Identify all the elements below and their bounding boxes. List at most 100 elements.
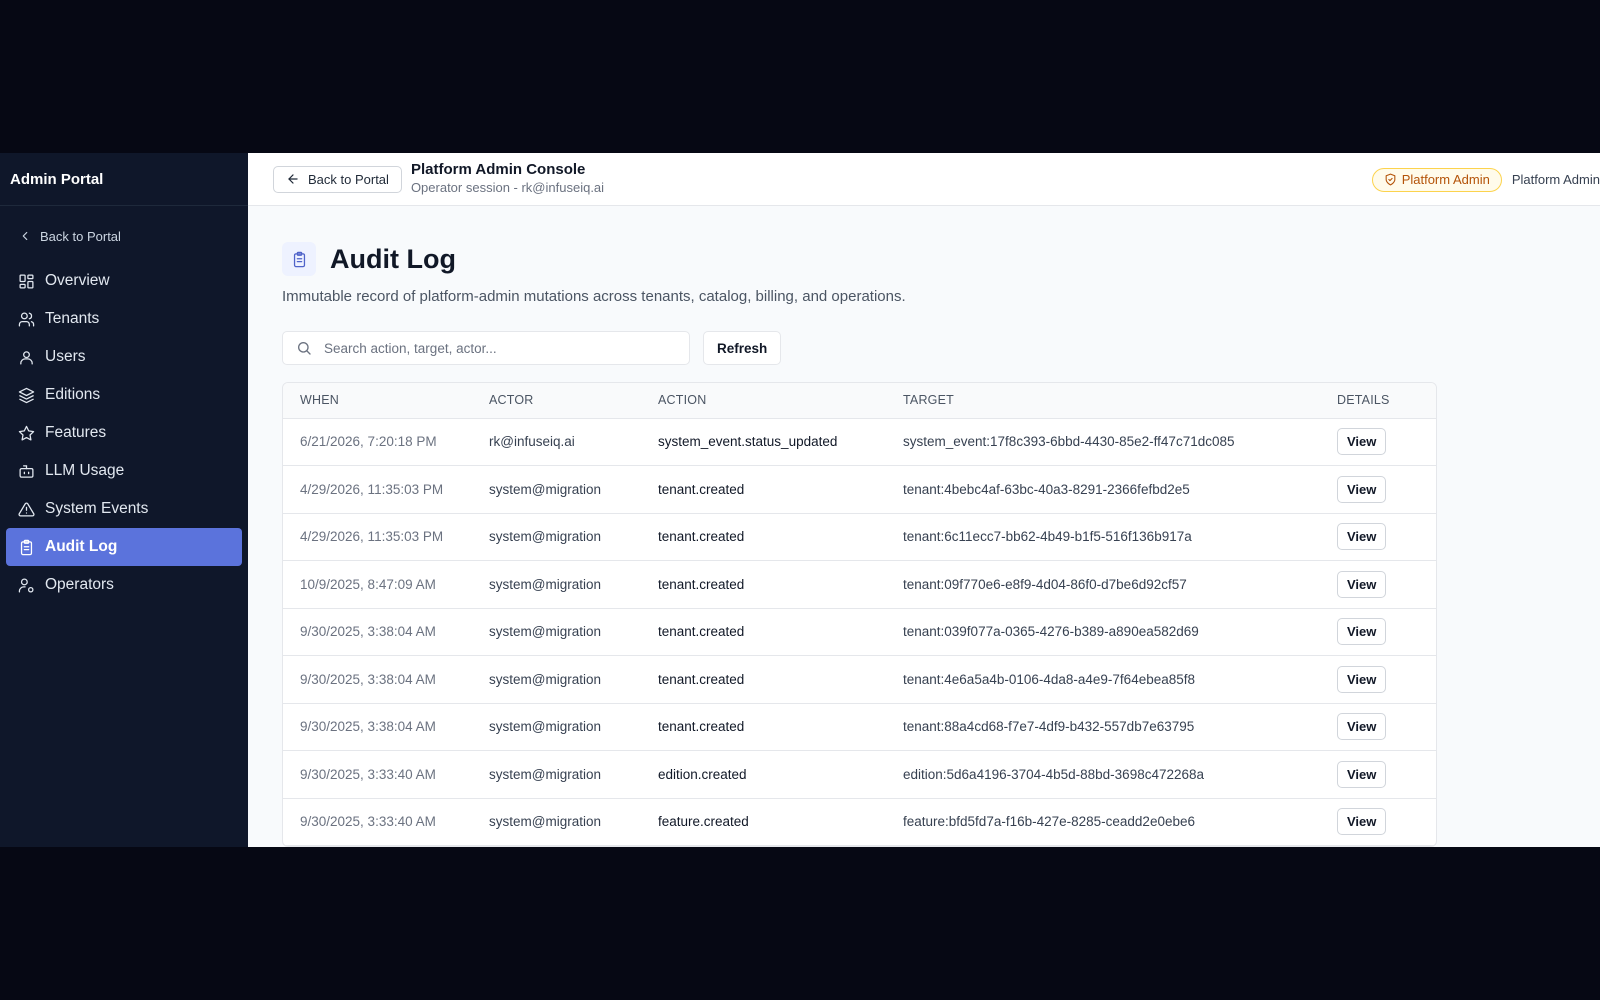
view-button[interactable]: View [1337, 665, 1387, 693]
cell-target: tenant:4e6a5a4b-0106-4da8-a4e9-7f64ebea8… [903, 655, 1337, 704]
page-icon [282, 242, 316, 276]
sidebar-item-system-events[interactable]: System Events [6, 490, 242, 528]
clipboard-icon [293, 251, 305, 267]
alert-triangle-icon [18, 501, 35, 517]
cell-when: 9/30/2025, 3:38:04 AM [283, 608, 489, 656]
sidebar-item-label: LLM Usage [45, 462, 125, 479]
table-row: 9/30/2025, 3:38:04 AM system@migration t… [283, 608, 1436, 656]
table-row: 4/29/2026, 11:35:03 PM system@migration … [283, 513, 1436, 561]
sidebar-item-label: Operators [45, 576, 114, 593]
view-button[interactable]: View [1337, 760, 1387, 788]
table-row: 9/30/2025, 3:33:40 AM system@migration e… [283, 750, 1436, 799]
sidebar-item-features[interactable]: Features [6, 414, 242, 452]
cell-actor: system@migration [489, 465, 658, 514]
table-row: 9/30/2025, 3:38:04 AM system@migration t… [283, 703, 1436, 751]
search-icon [298, 342, 311, 355]
sidebar-item-llm-usage[interactable]: LLM Usage [6, 452, 242, 490]
view-button[interactable]: View [1337, 428, 1387, 456]
sidebar-back-link[interactable]: Back to Portal [18, 226, 248, 246]
user-cog-icon [18, 577, 34, 593]
toolbar: Refresh [282, 331, 1600, 365]
shield-check-icon [1385, 173, 1396, 186]
users-icon [18, 311, 35, 327]
cell-action: edition.created [658, 750, 903, 799]
page-header: Audit Log [282, 242, 1600, 276]
sidebar-item-label: Overview [45, 272, 110, 289]
sidebar-item-audit-log[interactable]: Audit Log [6, 528, 242, 566]
sidebar-item-label: Tenants [45, 310, 100, 327]
cell-when: 9/30/2025, 3:38:04 AM [283, 703, 489, 751]
search-box [282, 331, 690, 365]
cell-action: tenant.created [658, 608, 903, 656]
table-row: 4/29/2026, 11:35:03 PM system@migration … [283, 465, 1436, 514]
sidebar-item-label: Features [45, 424, 107, 441]
app-window: Admin Portal Back to Portal Overview Ten… [0, 153, 1600, 847]
main-area: Back to Portal Platform Admin Console Op… [248, 153, 1600, 847]
cell-actor: system@migration [489, 703, 658, 751]
cell-action: feature.created [658, 798, 903, 846]
dashboard-icon [19, 273, 34, 289]
sidebar-item-label: Audit Log [45, 538, 118, 555]
cell-action: tenant.created [658, 465, 903, 514]
cell-action: tenant.created [658, 560, 903, 609]
table-row: 6/21/2026, 7:20:18 PM rk@infuseiq.ai sys… [283, 418, 1436, 466]
col-when: WHEN [283, 383, 489, 419]
back-to-portal-button[interactable]: Back to Portal [273, 165, 402, 193]
arrow-left-icon [288, 174, 298, 184]
cell-target: tenant:09f770e6-e8f9-4d04-86f0-d7be6d92c… [903, 560, 1337, 609]
cell-target: edition:5d6a4196-3704-4b5d-88bd-3698c472… [903, 750, 1337, 799]
content: Audit Log Immutable record of platform-a… [248, 206, 1600, 847]
sidebar-item-overview[interactable]: Overview [6, 262, 242, 300]
cell-when: 4/29/2026, 11:35:03 PM [283, 513, 489, 561]
cell-when: 9/30/2025, 3:33:40 AM [283, 798, 489, 846]
cell-action: system_event.status_updated [658, 418, 903, 466]
sidebar-item-users[interactable]: Users [6, 338, 242, 376]
cell-target: tenant:88a4cd68-f7e7-4df9-b432-557db7e63… [903, 703, 1337, 751]
cell-when: 10/9/2025, 8:47:09 AM [283, 560, 489, 609]
view-button[interactable]: View [1337, 523, 1387, 551]
cell-actor: system@migration [489, 655, 658, 704]
view-button[interactable]: View [1337, 808, 1387, 836]
cell-action: tenant.created [658, 703, 903, 751]
refresh-button[interactable]: Refresh [703, 331, 782, 365]
star-icon [18, 425, 35, 441]
cell-target: feature:bfd5fd7a-f16b-427e-8285-ceadd2e0… [903, 798, 1337, 846]
sidebar-nav: Overview Tenants Users Editions Features… [0, 262, 248, 604]
view-button[interactable]: View [1337, 570, 1387, 598]
col-details: DETAILS [1337, 383, 1436, 419]
sidebar-title: Admin Portal [0, 153, 248, 206]
view-button[interactable]: View [1337, 475, 1387, 503]
col-action: ACTION [658, 383, 903, 419]
sidebar-back-label: Back to Portal [40, 228, 121, 244]
col-actor: ACTOR [489, 383, 658, 419]
role-badge: Platform Admin [1371, 167, 1502, 192]
clipboard-icon [20, 539, 33, 555]
console-titles: Platform Admin Console Operator session … [411, 161, 604, 197]
sidebar-item-tenants[interactable]: Tenants [6, 300, 242, 338]
cell-actor: system@migration [489, 513, 658, 561]
cell-when: 4/29/2026, 11:35:03 PM [283, 465, 489, 514]
search-input[interactable] [324, 340, 664, 356]
cell-when: 6/21/2026, 7:20:18 PM [283, 418, 489, 466]
table-header-row: WHEN ACTOR ACTION TARGET DETAILS [283, 383, 1436, 419]
table-row: 9/30/2025, 3:33:40 AM system@migration f… [283, 798, 1436, 846]
audit-table: WHEN ACTOR ACTION TARGET DETAILS 6/21/20… [282, 382, 1437, 847]
back-button-label: Back to Portal [308, 171, 389, 187]
cell-target: tenant:6c11ecc7-bb62-4b49-b1f5-516f136b9… [903, 513, 1337, 561]
cell-when: 9/30/2025, 3:38:04 AM [283, 655, 489, 704]
view-button[interactable]: View [1337, 618, 1387, 646]
cell-target: tenant:4bebc4af-63bc-40a3-8291-2366fefbd… [903, 465, 1337, 514]
user-icon [20, 350, 33, 365]
cell-action: tenant.created [658, 655, 903, 704]
col-target: TARGET [903, 383, 1337, 419]
sidebar-item-operators[interactable]: Operators [6, 566, 242, 604]
cell-actor: system@migration [489, 750, 658, 799]
table-row: 10/9/2025, 8:47:09 AM system@migration t… [283, 560, 1436, 609]
sidebar-item-label: Users [45, 348, 86, 365]
sidebar-item-editions[interactable]: Editions [6, 376, 242, 414]
sidebar-item-label: Editions [45, 386, 101, 403]
view-button[interactable]: View [1337, 713, 1387, 741]
cell-when: 9/30/2025, 3:33:40 AM [283, 750, 489, 799]
cell-action: tenant.created [658, 513, 903, 561]
page-title: Audit Log [330, 243, 456, 274]
